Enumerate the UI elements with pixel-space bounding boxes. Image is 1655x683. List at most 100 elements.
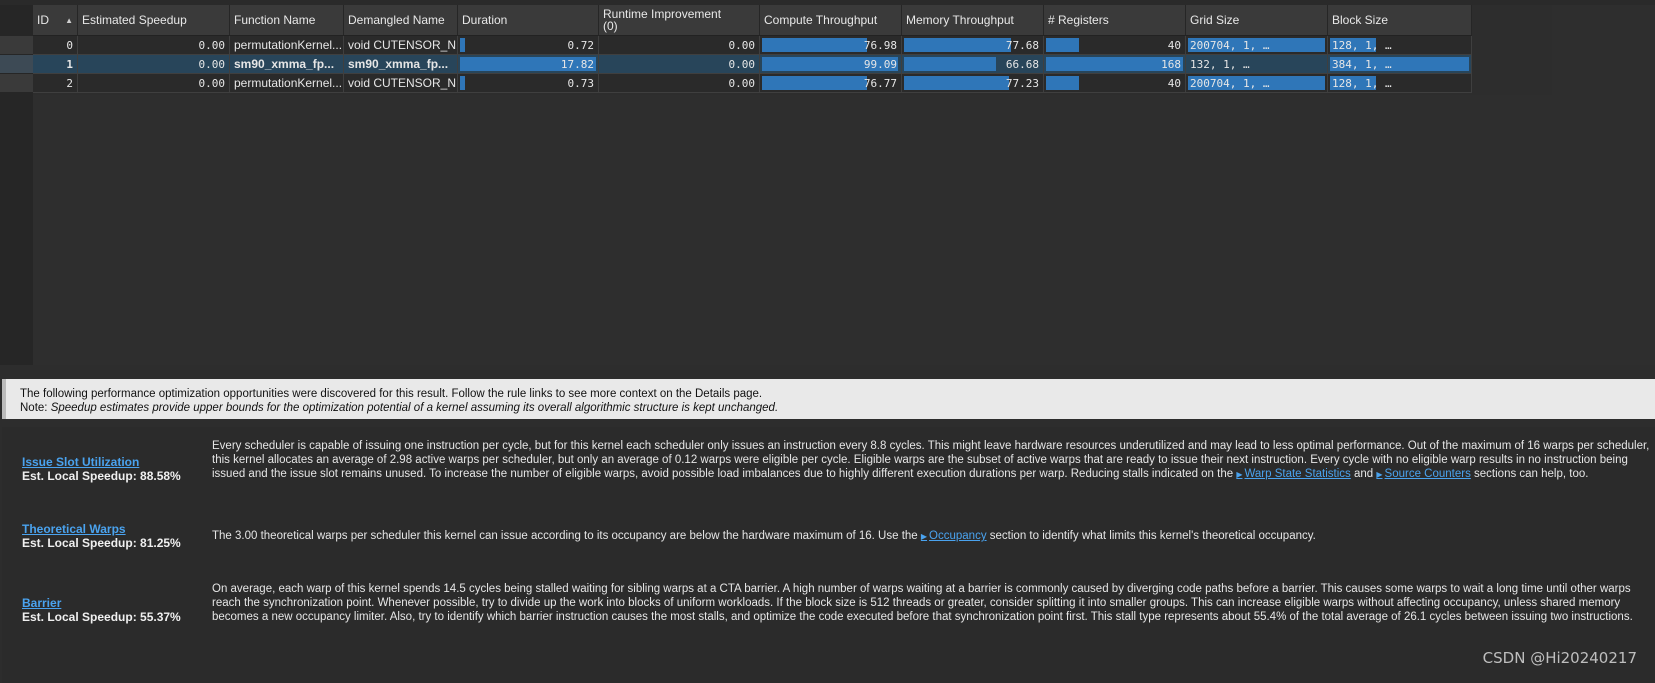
rule-speedup: Est. Local Speedup: 81.25% [22, 536, 181, 550]
occupancy-link[interactable]: ▶ Occupancy [921, 530, 987, 542]
rule-text: and [1350, 468, 1377, 480]
column-header-runtime-improvement[interactable]: Runtime Improvement (0) [599, 5, 760, 36]
column-header-runtime-improvement-sub: (0) [603, 19, 618, 33]
cell-grid-size: 200704, 1, … [1186, 74, 1328, 93]
cell-duration-text: 0.73 [567, 76, 595, 90]
cell-estimated-speedup-text: 0.00 [198, 38, 226, 52]
cell-compute-throughput: 76.98 [760, 36, 902, 55]
table-row[interactable]: 2 0.00 permutationKernel... void CUTENSO… [0, 74, 1552, 93]
source-counters-link[interactable]: ▶ Source Counters [1376, 468, 1470, 480]
duration-bar [460, 38, 465, 52]
table-row[interactable]: 0 0.00 permutationKernel... void CUTENSO… [0, 36, 1552, 55]
rule-speedup: Est. Local Speedup: 88.58% [22, 469, 181, 483]
rule-link-theoretical-warps[interactable]: Theoretical Warps [22, 522, 202, 536]
cell-function-name-text: sm90_xmma_fp... [234, 57, 335, 71]
column-header-id[interactable]: ID ▲ [33, 5, 78, 36]
optimization-notice: The following performance optimization o… [2, 379, 1655, 419]
cell-memory-throughput: 77.23 [902, 74, 1044, 93]
cell-demangled-name: sm90_xmma_fp... [344, 55, 458, 74]
column-header-block-size-label: Block Size [1332, 13, 1389, 27]
cell-compute-throughput-text: 99.09 [863, 57, 897, 71]
compute-bar [762, 76, 867, 90]
row-header[interactable] [0, 74, 33, 93]
rule-text: sections can help, too. [1470, 468, 1589, 480]
column-header-runtime-improvement-label: Runtime Improvement [603, 7, 722, 21]
rule-text: On average, each warp of this kernel spe… [212, 583, 1633, 623]
compute-bar [762, 38, 867, 52]
column-header-memory-throughput[interactable]: Memory Throughput [902, 5, 1044, 36]
cell-block-size-text: 128, 1, … [1332, 76, 1392, 90]
cell-memory-throughput: 66.68 [902, 55, 1044, 74]
cell-registers: 40 [1044, 74, 1186, 93]
duration-bar [460, 76, 465, 90]
cell-block-size-text: 128, 1, … [1332, 38, 1392, 52]
column-header-function-name-label: Function Name [234, 13, 316, 27]
cell-estimated-speedup-text: 0.00 [198, 76, 226, 90]
cell-registers-text: 168 [1161, 57, 1181, 71]
column-header-block-size[interactable]: Block Size [1328, 5, 1472, 36]
column-header-compute-throughput[interactable]: Compute Throughput [760, 5, 902, 36]
cell-duration: 0.73 [458, 74, 599, 93]
warp-state-statistics-link[interactable]: ▶ Warp State Statistics [1236, 468, 1350, 480]
cell-runtime-improvement-text: 0.00 [728, 76, 756, 90]
cell-compute-throughput: 76.77 [760, 74, 902, 93]
table-empty-area [33, 95, 1552, 365]
cell-id-text: 2 [66, 76, 73, 90]
rule-header: Issue Slot Utilization Est. Local Speedu… [22, 455, 202, 483]
sort-ascending-icon: ▲ [65, 15, 73, 25]
cell-demangled-name-text: void CUTENSOR_N... [348, 38, 458, 52]
rule-description: The 3.00 theoretical warps per scheduler… [212, 529, 1650, 544]
cell-duration: 17.82 [458, 55, 599, 74]
cell-block-size-text: 384, 1, … [1332, 57, 1392, 71]
column-header-estimated-speedup[interactable]: Estimated Speedup [78, 5, 230, 36]
source-counters-link-label: Source Counters [1384, 468, 1471, 480]
column-header-grid-size[interactable]: Grid Size [1186, 5, 1328, 36]
row-header[interactable] [0, 55, 33, 74]
rule-description: On average, each warp of this kernel spe… [212, 582, 1650, 624]
cell-grid-size-text: 200704, 1, … [1190, 76, 1270, 90]
occupancy-link-label: Occupancy [929, 530, 987, 542]
cell-memory-throughput-text: 77.68 [1005, 38, 1039, 52]
cell-demangled-name: void CUTENSOR_N... [344, 74, 458, 93]
cell-estimated-speedup: 0.00 [78, 55, 230, 74]
cell-block-size: 128, 1, … [1328, 36, 1472, 55]
column-header-registers-label: # Registers [1048, 13, 1109, 27]
expand-triangle-icon: ▶ [1376, 470, 1383, 479]
column-header-compute-throughput-label: Compute Throughput [764, 13, 878, 27]
cell-estimated-speedup: 0.00 [78, 36, 230, 55]
rule-link-barrier[interactable]: Barrier [22, 596, 202, 610]
cell-duration: 0.72 [458, 36, 599, 55]
cell-runtime-improvement: 0.00 [599, 55, 760, 74]
cell-registers-text: 40 [1167, 76, 1181, 90]
column-header-registers[interactable]: # Registers [1044, 5, 1186, 36]
warp-state-statistics-link-label: Warp State Statistics [1244, 468, 1351, 480]
registers-bar [1046, 38, 1079, 52]
cell-function-name: permutationKernel... [230, 74, 344, 93]
cell-compute-throughput-text: 76.98 [863, 38, 897, 52]
cell-demangled-name-text: void CUTENSOR_N... [348, 76, 458, 90]
cell-id-text: 1 [66, 57, 73, 71]
expand-triangle-icon: ▶ [920, 532, 928, 541]
cell-memory-throughput-text: 77.23 [1005, 76, 1039, 90]
rule-link-issue-slot-utilization[interactable]: Issue Slot Utilization [22, 455, 202, 469]
cell-grid-size: 200704, 1, … [1186, 36, 1328, 55]
table-right-filler [1552, 5, 1655, 365]
column-header-demangled-name-label: Demangled Name [348, 13, 445, 27]
memory-bar [904, 38, 1011, 52]
column-header-function-name[interactable]: Function Name [230, 5, 344, 36]
memory-bar [904, 57, 996, 71]
column-header-memory-throughput-label: Memory Throughput [906, 13, 1014, 27]
table-row-selected[interactable]: 1 0.00 sm90_xmma_fp... sm90_xmma_fp... 1… [0, 55, 1552, 74]
cell-duration-text: 0.72 [567, 38, 595, 52]
cell-memory-throughput-text: 66.68 [1005, 57, 1039, 71]
column-header-duration[interactable]: Duration [458, 5, 599, 36]
column-header-demangled-name[interactable]: Demangled Name [344, 5, 458, 36]
row-header[interactable] [0, 36, 33, 55]
expand-triangle-icon: ▶ [1236, 470, 1243, 479]
cell-function-name-text: permutationKernel... [234, 38, 343, 52]
notice-note-text: Speedup estimates provide upper bounds f… [50, 402, 779, 414]
column-header-grid-size-label: Grid Size [1190, 13, 1240, 27]
column-header-estimated-speedup-label: Estimated Speedup [82, 13, 187, 27]
registers-bar [1046, 76, 1079, 90]
cell-runtime-improvement-text: 0.00 [728, 38, 756, 52]
